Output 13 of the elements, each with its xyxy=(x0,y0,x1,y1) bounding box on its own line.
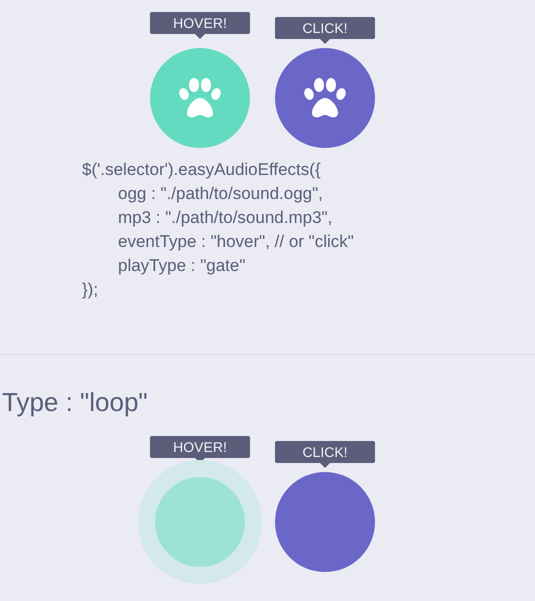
code-line: eventType : "hover", // or "click" xyxy=(117,231,355,253)
code-line: mp3 : "./path/to/sound.mp3", xyxy=(117,207,334,229)
code-line: ogg : "./path/to/sound.ogg", xyxy=(117,183,324,205)
tooltip: CLICK! xyxy=(275,17,375,44)
paw-icon xyxy=(303,78,347,118)
code-line: }); xyxy=(82,279,100,301)
code-line: playType : "gate" xyxy=(117,255,246,277)
paw-icon xyxy=(178,78,222,118)
tooltip: CLICK! xyxy=(275,441,375,468)
tooltip: HOVER! xyxy=(150,12,250,39)
section-heading: Type : "loop" xyxy=(2,386,149,419)
tooltip: HOVER! xyxy=(150,436,250,463)
code-line: $('.selector').easyAudioEffects({ xyxy=(82,159,322,181)
